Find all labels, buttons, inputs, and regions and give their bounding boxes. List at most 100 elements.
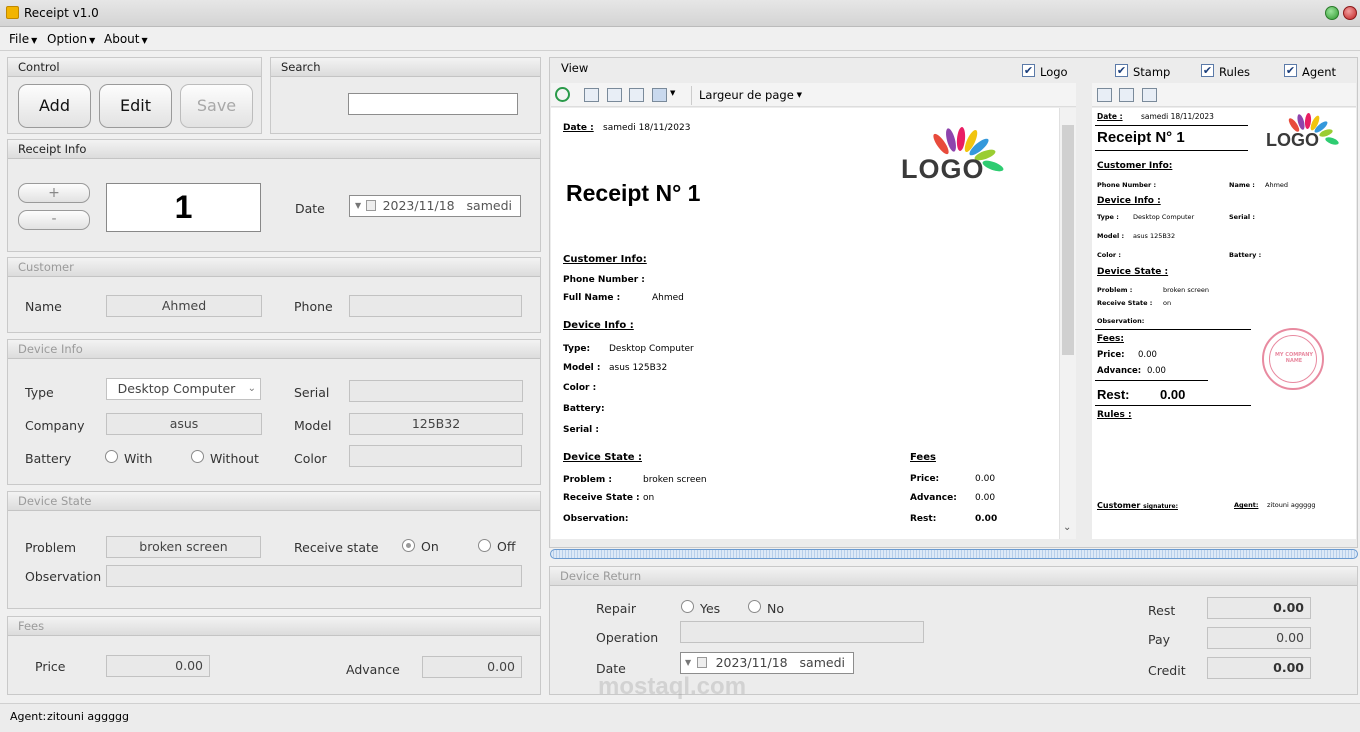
observation-field[interactable] <box>106 565 522 587</box>
device-state-panel: Device State Problem broken screen Recei… <box>7 491 541 609</box>
model-field[interactable]: 125B32 <box>349 413 523 435</box>
divider <box>1095 380 1208 381</box>
scrollbar-thumb[interactable] <box>1062 125 1074 355</box>
phone-field[interactable] <box>349 295 522 317</box>
decrement-button[interactable]: - <box>18 210 90 230</box>
repair-yes-radio[interactable] <box>681 600 694 613</box>
preview-type-label: Type : <box>1097 213 1119 221</box>
preview-problem-label: Problem : <box>1097 286 1133 294</box>
menu-option[interactable]: Option ▼ <box>47 32 95 46</box>
pay-field[interactable]: 0.00 <box>1207 627 1311 649</box>
page-setup-icon[interactable] <box>1119 88 1134 102</box>
menu-about[interactable]: About ▼ <box>104 32 148 46</box>
battery-with-radio[interactable] <box>105 450 118 463</box>
preview-rest-label: Rest: <box>1097 387 1130 402</box>
preview-date-value: samedi 18/11/2023 <box>1141 112 1214 121</box>
credit-field[interactable]: 0.00 <box>1207 657 1311 679</box>
dropdown-icon: ▼ <box>685 658 692 667</box>
receive-on-radio[interactable] <box>402 539 415 552</box>
status-bar: Agent: zitouni aggggg <box>0 703 1360 732</box>
preview-receipt-title: Receipt N° 1 <box>1097 129 1185 146</box>
watermark: mostaql.com <box>598 673 747 700</box>
stamp-checkbox[interactable]: ✔ <box>1115 64 1128 77</box>
preview-name-label: Name : <box>1229 181 1255 189</box>
preview-device-info: Device Info : <box>1097 196 1161 206</box>
document-scrollbar[interactable]: ⌄ <box>1059 108 1076 539</box>
doc-fullname-value: Ahmed <box>652 293 684 303</box>
serial-field[interactable] <box>349 380 523 402</box>
doc-observation-label: Observation: <box>563 514 629 524</box>
rules-checkbox[interactable]: ✔ <box>1201 64 1214 77</box>
divider <box>1095 150 1248 151</box>
page-setup-icon[interactable] <box>607 88 622 102</box>
doc-receive-value: on <box>643 493 655 503</box>
chevron-down-icon: ⌄ <box>247 383 256 394</box>
company-label: Company <box>25 418 85 433</box>
edit-button[interactable]: Edit <box>99 84 172 128</box>
logo-text: LOGO <box>901 154 985 184</box>
doc-phone-label: Phone Number : <box>563 275 645 285</box>
rest-field[interactable]: 0.00 <box>1207 597 1311 619</box>
doc-fullname-label: Full Name : <box>563 293 621 303</box>
control-title: Control <box>8 58 261 77</box>
preview-device-state: Device State : <box>1097 267 1169 277</box>
receipt-number-display: 1 <box>106 183 261 232</box>
company-field[interactable]: asus <box>106 413 262 435</box>
preview-receive-value: on <box>1163 299 1172 307</box>
doc-date-label: Date : <box>563 123 594 133</box>
receipt-date-picker[interactable]: ▼ 2023/11/18 samedi <box>349 195 521 217</box>
close-button[interactable] <box>1343 6 1357 20</box>
add-button[interactable]: Add <box>18 84 91 128</box>
preview-customer-info: Customer Info: <box>1097 161 1173 171</box>
increment-button[interactable]: + <box>18 183 90 203</box>
stamp-text: MY COMPANY NAME <box>1274 352 1314 364</box>
export-icon[interactable] <box>652 88 667 102</box>
agent-label: Agent: <box>10 710 47 723</box>
repair-no-radio[interactable] <box>748 600 761 613</box>
scroll-down-icon[interactable]: ⌄ <box>1063 522 1071 533</box>
operation-field[interactable] <box>680 621 924 643</box>
type-select[interactable]: Desktop Computer ⌄ <box>106 378 261 400</box>
print-icon[interactable] <box>1097 88 1112 102</box>
zoom-select[interactable]: Largeur de page ▼ <box>691 86 806 105</box>
price-field[interactable]: 0.00 <box>106 655 210 677</box>
preview-toolbar <box>1092 83 1356 107</box>
control-panel: Control Add Edit Save <box>7 57 262 134</box>
company-stamp: MY COMPANY NAME <box>1262 328 1324 390</box>
book-icon[interactable] <box>1142 88 1157 102</box>
preview-serial-label: Serial : <box>1229 213 1255 221</box>
advance-field[interactable]: 0.00 <box>422 656 522 678</box>
panel-splitter[interactable] <box>550 549 1358 559</box>
doc-model-value: asus 125B32 <box>609 363 668 373</box>
receipt-document: Date : samedi 18/11/2023 Receipt N° 1 LO… <box>551 108 1059 539</box>
name-field[interactable]: Ahmed <box>106 295 262 317</box>
caret-down-icon: ▼ <box>31 36 38 45</box>
menu-file[interactable]: File ▼ <box>9 32 37 46</box>
preview-name-value: Ahmed <box>1265 181 1289 189</box>
advance-label: Advance <box>346 662 400 677</box>
preview-advance-value: 0.00 <box>1147 366 1166 376</box>
print-icon[interactable] <box>584 88 599 102</box>
problem-field[interactable]: broken screen <box>106 536 261 558</box>
receipt-info-panel: Receipt Info + - 1 Date ▼ 2023/11/18 sam… <box>7 139 541 252</box>
book-icon[interactable] <box>629 88 644 102</box>
maximize-button[interactable] <box>1325 6 1339 20</box>
receipt-info-title: Receipt Info <box>8 140 540 159</box>
date-label: Date <box>295 201 325 216</box>
search-input[interactable] <box>348 93 518 115</box>
viewer-toolbar: ▼ Largeur de page ▼ <box>551 83 1076 107</box>
battery-without-radio[interactable] <box>191 450 204 463</box>
doc-fees: Fees <box>910 452 936 463</box>
color-field[interactable] <box>349 445 522 467</box>
preview-logo-text: LOGO <box>1266 130 1319 150</box>
receive-off-radio[interactable] <box>478 539 491 552</box>
save-button[interactable]: Save <box>180 84 253 128</box>
preview-receive-label: Receive State : <box>1097 299 1153 307</box>
return-date-picker[interactable]: ▼ 2023/11/18 samedi <box>680 652 854 674</box>
doc-color-label: Color : <box>563 383 597 393</box>
logo-checkbox[interactable]: ✔ <box>1022 64 1035 77</box>
doc-type-label: Type: <box>563 344 591 354</box>
logo-checkbox-label: Logo <box>1040 65 1068 79</box>
agent-checkbox[interactable]: ✔ <box>1284 64 1297 77</box>
refresh-icon[interactable] <box>555 87 570 102</box>
